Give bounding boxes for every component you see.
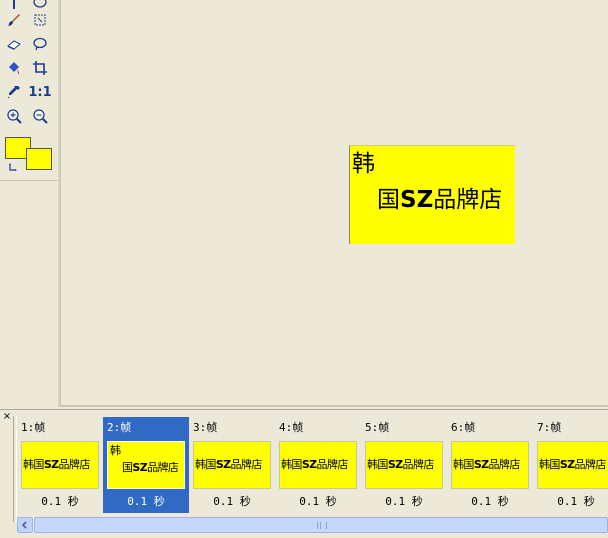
canvas-image-text-suffix: 品牌店 xyxy=(433,187,503,213)
frame-thumbnail-text: 韩国SZ品牌店 xyxy=(453,458,520,471)
frame-thumbnail-bold: SZ xyxy=(559,458,575,471)
frame-thumbnail: 韩国SZ品牌店 xyxy=(451,441,529,489)
frame-label: 2:帧 xyxy=(107,421,132,434)
frame-thumbnail-bold: SZ xyxy=(43,458,59,471)
frame-thumbnail: 韩国SZ品牌店 xyxy=(193,441,271,489)
toolbox-separator xyxy=(0,180,58,181)
frame-thumbnail-suffix: 品牌店 xyxy=(488,458,521,471)
frame-thumbnail: 韩国SZ品牌店 xyxy=(537,441,608,489)
frame-thumbnail-line1: 韩 xyxy=(110,444,121,457)
frame-thumbnail-prefix: 韩国 xyxy=(539,458,560,471)
frame-thumbnail-text: 韩国SZ品牌店 xyxy=(23,458,90,471)
frame-delay[interactable]: 0.1 秒 xyxy=(275,495,361,508)
canvas-image[interactable]: 韩 国SZ品牌店 xyxy=(349,145,515,244)
frame-thumbnail-bold: SZ xyxy=(387,458,403,471)
animation-frame[interactable]: 1:帧 韩国SZ品牌店 0.1 秒 xyxy=(17,417,103,513)
swap-colors-icon[interactable] xyxy=(8,161,20,173)
frame-thumbnail-prefix: 韩国 xyxy=(367,458,388,471)
eraser-tool-icon[interactable] xyxy=(4,34,24,54)
frame-label: 6:帧 xyxy=(451,421,476,434)
frame-thumbnail: 韩国SZ品牌店 xyxy=(279,441,357,489)
lasso-tool-icon[interactable] xyxy=(30,34,50,54)
frame-thumbnail: 韩国SZ品牌店 xyxy=(21,441,99,489)
frames-scrollbar[interactable] xyxy=(17,517,608,533)
frame-label: 3:帧 xyxy=(193,421,218,434)
frame-thumbnail-bold: SZ xyxy=(132,461,148,474)
scrollbar-grip xyxy=(317,522,327,529)
workspace-bottom-border xyxy=(61,405,608,407)
frame-thumbnail: 韩国SZ品牌店 xyxy=(365,441,443,489)
frame-thumbnail-suffix: 品牌店 xyxy=(230,458,263,471)
canvas-image-line2: 国SZ品牌店 xyxy=(377,186,502,214)
canvas-image-text-bold: SZ xyxy=(400,187,434,213)
chevron-left-icon xyxy=(21,521,27,529)
animation-frame[interactable]: 4:帧 韩国SZ品牌店 0.1 秒 xyxy=(275,417,361,513)
frame-delay[interactable]: 0.1 秒 xyxy=(189,495,275,508)
frame-thumbnail-suffix: 品牌店 xyxy=(402,458,435,471)
frame-delay[interactable]: 0.1 秒 xyxy=(17,495,103,508)
frame-label: 7:帧 xyxy=(537,421,562,434)
canvas-image-line1: 韩 xyxy=(352,151,375,177)
frame-label: 5:帧 xyxy=(365,421,390,434)
animation-panel: × 1:帧 韩国SZ品牌店 0.1 秒 2:帧 韩 国SZ品牌店 0.1 秒 3… xyxy=(0,409,608,538)
frame-delay[interactable]: 0.1 秒 xyxy=(103,495,189,508)
brush-tool-icon[interactable] xyxy=(4,10,24,30)
frame-thumbnail-suffix: 品牌店 xyxy=(58,458,91,471)
zoom-out-tool-icon[interactable] xyxy=(30,106,50,126)
frame-delay[interactable]: 0.1 秒 xyxy=(533,495,608,508)
magic-lasso-tool-icon[interactable] xyxy=(30,10,50,30)
eyedropper-tool-icon[interactable] xyxy=(4,82,24,102)
frame-thumbnail-prefix: 国 xyxy=(122,461,133,474)
frame-thumbnail-prefix: 韩国 xyxy=(195,458,216,471)
frame-thumbnail-text: 韩国SZ品牌店 xyxy=(367,458,434,471)
animation-frame[interactable]: 6:帧 韩国SZ品牌店 0.1 秒 xyxy=(447,417,533,513)
frame-thumbnail-prefix: 韩国 xyxy=(281,458,302,471)
frame-thumbnail-bold: SZ xyxy=(301,458,317,471)
frame-thumbnail-prefix: 韩国 xyxy=(23,458,44,471)
frame-label: 1:帧 xyxy=(21,421,46,434)
background-color-swatch[interactable] xyxy=(26,148,52,170)
frame-thumbnail-bold: SZ xyxy=(215,458,231,471)
scrollbar-thumb[interactable] xyxy=(34,517,608,533)
animation-frame[interactable]: 5:帧 韩国SZ品牌店 0.1 秒 xyxy=(361,417,447,513)
zoom-in-tool-icon[interactable] xyxy=(4,106,24,126)
crop-tool-icon[interactable] xyxy=(30,58,50,78)
canvas-image-text-prefix: 国 xyxy=(377,187,400,213)
actual-size-tool-icon[interactable]: 1:1 xyxy=(28,82,52,102)
frame-thumbnail-text: 韩国SZ品牌店 xyxy=(281,458,348,471)
frame-thumbnail-suffix: 品牌店 xyxy=(574,458,607,471)
frame-thumbnail-suffix: 品牌店 xyxy=(316,458,349,471)
frame-thumbnail-prefix: 韩国 xyxy=(453,458,474,471)
frame-thumbnail-text: 韩国SZ品牌店 xyxy=(195,458,262,471)
close-icon[interactable]: × xyxy=(2,412,12,422)
frame-delay[interactable]: 0.1 秒 xyxy=(361,495,447,508)
fill-bucket-tool-icon[interactable] xyxy=(4,58,24,78)
scroll-left-button[interactable] xyxy=(17,517,33,533)
frame-thumbnail: 韩 国SZ品牌店 xyxy=(107,441,185,489)
frame-thumbnail-bold: SZ xyxy=(473,458,489,471)
animation-frame[interactable]: 3:帧 韩国SZ品牌店 0.1 秒 xyxy=(189,417,275,513)
frame-label: 4:帧 xyxy=(279,421,304,434)
animation-frame-selected[interactable]: 2:帧 韩 国SZ品牌店 0.1 秒 xyxy=(103,417,189,513)
tool-palette: 1:1 xyxy=(0,0,58,407)
canvas-workspace[interactable] xyxy=(61,0,608,407)
frame-thumbnail-suffix: 品牌店 xyxy=(147,461,179,474)
frame-thumbnail-text: 韩国SZ品牌店 xyxy=(539,458,606,471)
color-swatches xyxy=(4,136,56,176)
animation-frame[interactable]: 7:帧 韩国SZ品牌店 0.1 秒 xyxy=(533,417,608,513)
frame-thumbnail-line2: 国SZ品牌店 xyxy=(122,461,179,474)
actual-size-label: 1:1 xyxy=(28,84,52,100)
image-editor-window: 1:1 韩 国SZ品牌店 × 1:帧 韩国SZ品牌店 0.1 秒 2:帧 韩 国… xyxy=(0,0,608,538)
frame-delay[interactable]: 0.1 秒 xyxy=(447,495,533,508)
